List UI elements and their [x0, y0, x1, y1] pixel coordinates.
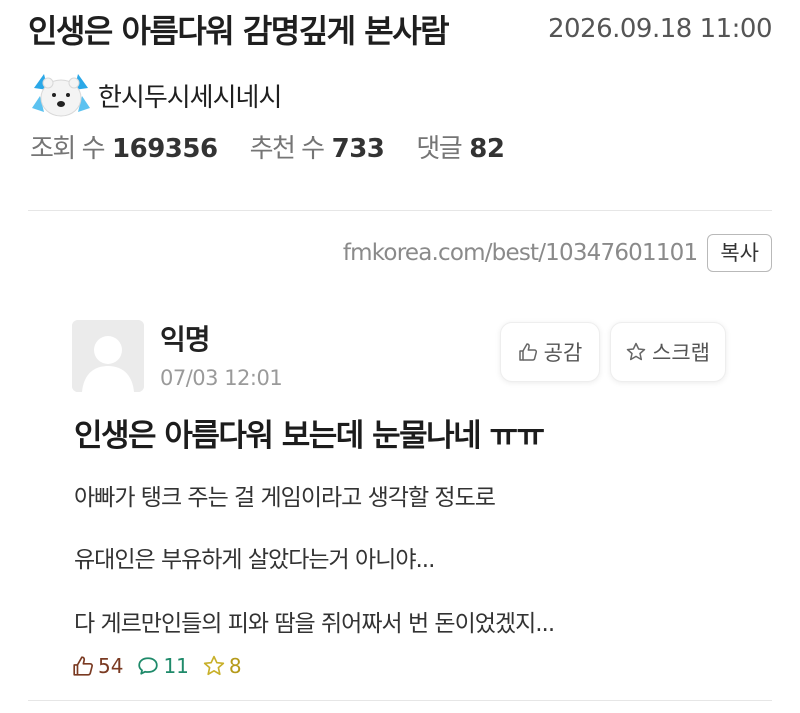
- scrap-button[interactable]: 스크랩: [610, 322, 726, 382]
- author-name[interactable]: 한시두시세시네시: [98, 77, 282, 114]
- star-count: 8: [228, 654, 242, 678]
- post-title: 인생은 아름다워 감명깊게 본사람: [28, 12, 450, 50]
- comment-text-line: 유대인은 부유하게 살았다는거 아니야...: [74, 547, 435, 573]
- comment-title: 인생은 아름다워 보는데 눈물나네 ㅠㅠ: [74, 418, 545, 454]
- comments-stat[interactable]: 댓글 82: [416, 128, 505, 165]
- post-stats: 조회 수 169356 추천 수 733 댓글 82: [30, 128, 536, 165]
- views-count: 169356: [112, 134, 218, 164]
- recommend-label: 추천 수: [249, 134, 326, 164]
- like-count: 54: [98, 654, 124, 678]
- comment-divider: [28, 700, 772, 701]
- recommend-count: 733: [331, 134, 385, 164]
- like-button[interactable]: 공감: [500, 322, 600, 382]
- like-reaction[interactable]: 54: [72, 654, 123, 678]
- post-url[interactable]: fmkorea.com/best/10347601101: [343, 240, 698, 266]
- views-label: 조회 수: [30, 134, 106, 164]
- polar-bear-avatar-icon: [32, 74, 90, 117]
- comment-text-line: 다 게르만인들의 피와 땀을 쥐어짜서 번 돈이었겠지...: [74, 611, 555, 637]
- views-stat: 조회 수 169356: [30, 128, 218, 165]
- reply-count: 11: [163, 654, 189, 678]
- scrap-button-label: 스크랩: [652, 341, 710, 365]
- speech-bubble-icon: [138, 657, 159, 675]
- comments-count: 82: [469, 134, 505, 164]
- thumbs-up-icon: [73, 656, 93, 676]
- comment-text-line: 아빠가 탱크 주는 걸 게임이라고 생각할 정도로: [74, 485, 496, 511]
- thumbs-up-icon: [518, 343, 537, 361]
- comment-reactions: 54 11 8: [72, 654, 256, 678]
- recommend-stat: 추천 수 733: [250, 128, 385, 165]
- star-icon: [626, 342, 646, 361]
- comment-author: 익명: [160, 323, 211, 356]
- like-button-label: 공감: [543, 341, 583, 365]
- default-user-avatar-icon: [72, 320, 144, 392]
- post-datetime: 2026.09.18 11:00: [547, 14, 773, 44]
- header-divider: [28, 210, 772, 211]
- post-author[interactable]: 한시두시세시네시: [30, 68, 282, 122]
- star-reaction[interactable]: 8: [203, 654, 242, 678]
- star-icon: [203, 655, 225, 676]
- copy-url-button[interactable]: 복사: [707, 234, 772, 272]
- post-url-row: fmkorea.com/best/10347601101 복사: [343, 234, 772, 272]
- reply-reaction[interactable]: 11: [137, 654, 189, 678]
- comments-label: 댓글: [416, 134, 462, 164]
- comment-date: 07/03 12:01: [160, 366, 283, 390]
